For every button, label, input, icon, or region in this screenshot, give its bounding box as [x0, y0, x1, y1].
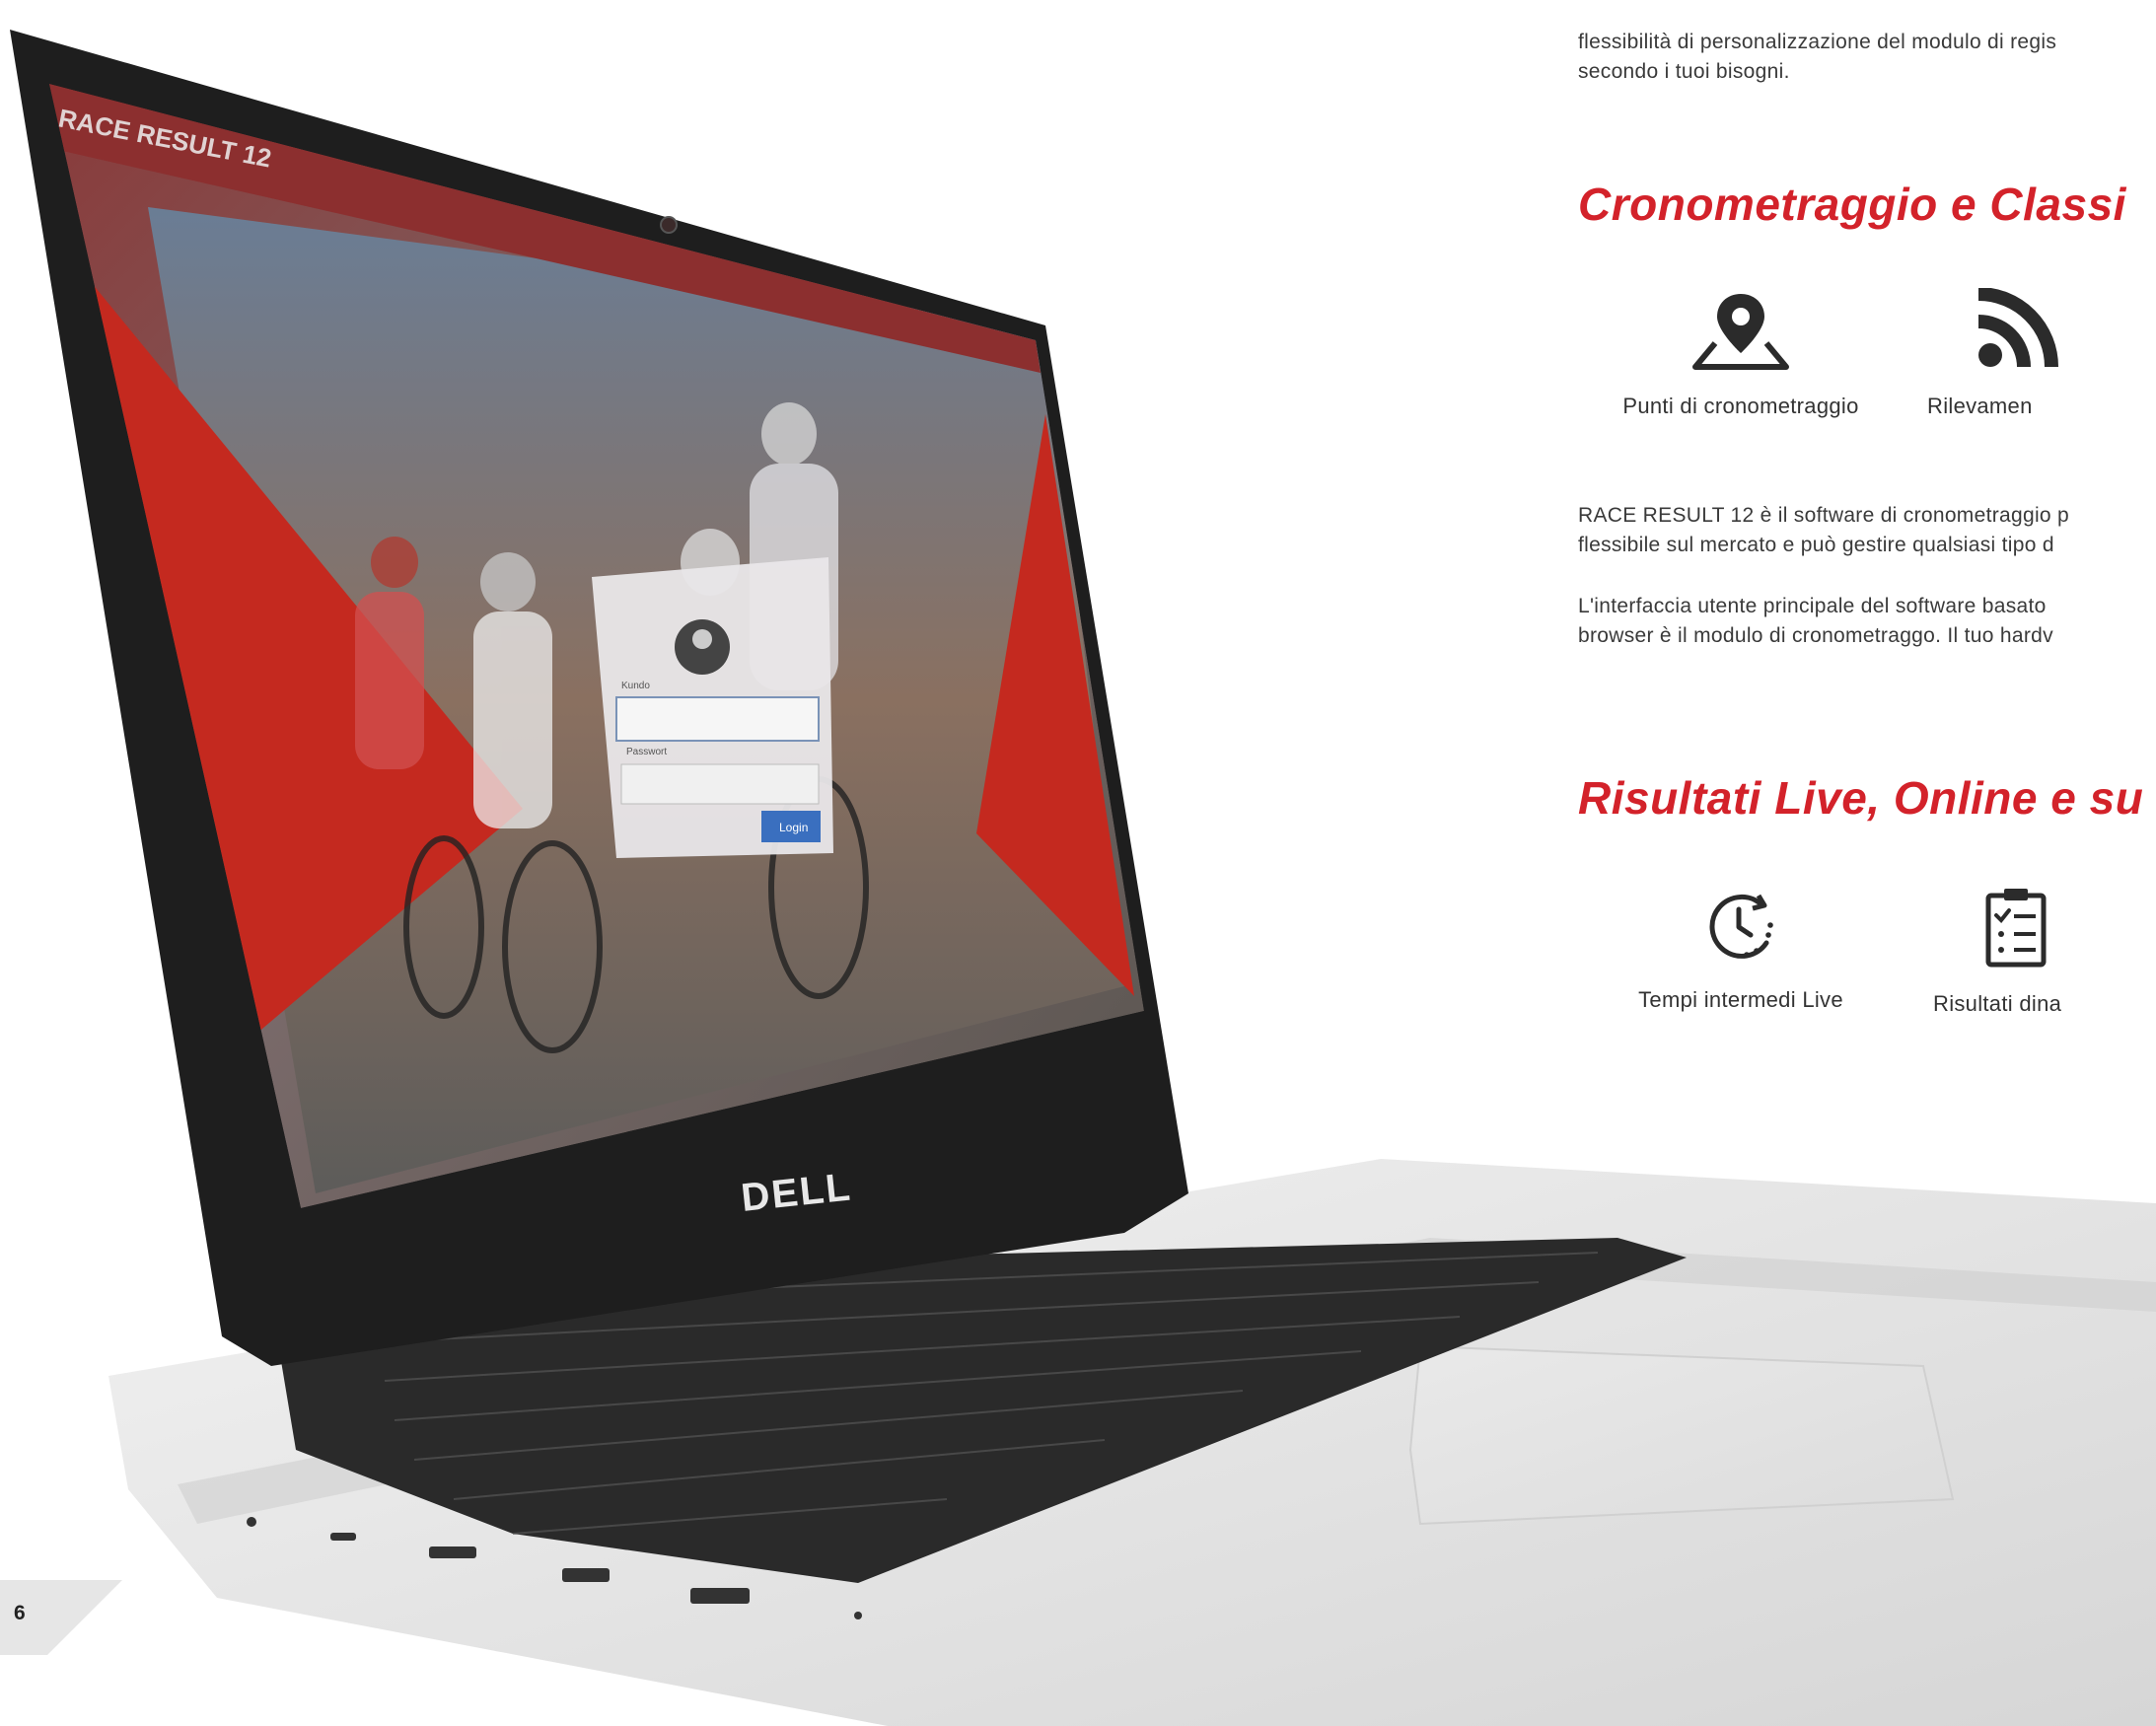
- feature-label: Risultati dina: [1933, 991, 2062, 1016]
- clock-history-icon: [1578, 886, 1904, 970]
- feature-dynamic-results: Risultati dina: [1933, 886, 2156, 1017]
- results-section-heading: Risultati Live, Online e su: [1578, 772, 2144, 824]
- timing-paragraph-2: L'interfaccia utente principale del soft…: [1578, 592, 2156, 651]
- login-username-label: Kundo: [621, 681, 650, 691]
- login-password-label: Passwort: [626, 747, 667, 757]
- paragraph-line: flessibile sul mercato e può gestire qua…: [1578, 534, 2054, 556]
- paragraph-line: browser è il modulo di cronometraggo. Il…: [1578, 624, 2053, 647]
- feature-label: Rilevamen: [1927, 394, 2033, 418]
- timing-paragraph-1: RACE RESULT 12 è il software di cronomet…: [1578, 501, 2156, 560]
- paragraph-line: RACE RESULT 12 è il software di cronomet…: [1578, 504, 2070, 527]
- intro-line-1: flessibilità di personalizzazione del mo…: [1578, 31, 2057, 53]
- login-button-label: Login: [779, 821, 808, 834]
- clipboard-checklist-icon: [1980, 886, 2156, 973]
- page-number: 6: [14, 1602, 26, 1624]
- rss-feed-icon: [1975, 287, 2156, 376]
- feature-timing-points: Punti di cronometraggio: [1578, 288, 1904, 419]
- timing-section-heading: Cronometraggio e Classi: [1578, 179, 2126, 230]
- intro-paragraph: flessibilità di personalizzazione del mo…: [1578, 28, 2156, 87]
- feature-detection: Rilevamen: [1927, 287, 2156, 419]
- feature-label: Punti di cronometraggio: [1622, 394, 1859, 418]
- map-pin-icon: [1578, 288, 1904, 376]
- feature-live-splits: Tempi intermedi Live: [1578, 886, 1904, 1013]
- paragraph-line: L'interfaccia utente principale del soft…: [1578, 595, 2047, 617]
- screen-login-box: Kundo Passwort Login: [592, 557, 833, 858]
- webcam: [660, 216, 678, 234]
- feature-label: Tempi intermedi Live: [1638, 987, 1843, 1012]
- content-column: flessibilità di personalizzazione del mo…: [1578, 0, 2156, 1726]
- intro-line-2: secondo i tuoi bisogni.: [1578, 60, 1790, 83]
